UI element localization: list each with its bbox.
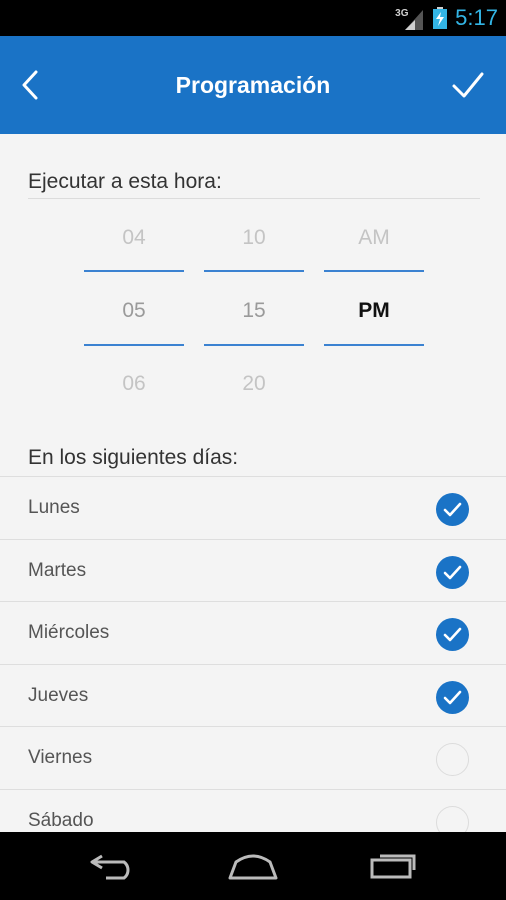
day-row[interactable]: Lunes xyxy=(0,476,506,539)
minute-option[interactable]: 10 xyxy=(204,226,304,250)
day-row[interactable]: Sábado xyxy=(0,789,506,832)
day-label: Lunes xyxy=(28,497,80,518)
hour-option[interactable]: 04 xyxy=(84,226,184,250)
navigation-bar xyxy=(0,832,506,900)
network-type: 3G xyxy=(395,8,409,19)
back-nav-button[interactable] xyxy=(88,848,138,885)
page-title: Programación xyxy=(175,71,331,98)
day-row[interactable]: Viernes xyxy=(0,726,506,789)
picker-divider xyxy=(84,270,184,272)
back-button[interactable] xyxy=(16,68,44,102)
picker-divider xyxy=(204,270,304,272)
day-label: Sábado xyxy=(28,810,94,831)
home-nav-button[interactable] xyxy=(226,848,280,885)
hour-selected[interactable]: 05 xyxy=(84,299,184,323)
minute-option[interactable]: 20 xyxy=(204,372,304,396)
unchecked-circle-icon[interactable] xyxy=(436,806,469,832)
clock-time: 5:17 xyxy=(455,5,498,30)
check-icon xyxy=(452,72,484,98)
picker-divider xyxy=(324,270,424,272)
unchecked-circle-icon[interactable] xyxy=(436,743,469,777)
checked-circle-icon[interactable] xyxy=(436,680,469,714)
day-row[interactable]: Jueves xyxy=(0,663,506,727)
status-bar: 3G 5:17 xyxy=(0,0,506,36)
picker-divider xyxy=(204,344,304,346)
recents-nav-button[interactable] xyxy=(368,848,420,885)
home-icon xyxy=(228,854,278,880)
app-bar: Programación xyxy=(0,36,506,134)
days-section-label: En los siguientes días: xyxy=(28,446,239,469)
period-option[interactable]: AM xyxy=(324,226,424,250)
hour-option[interactable]: 06 xyxy=(84,372,184,396)
day-label: Viernes xyxy=(28,747,93,769)
battery-icon xyxy=(433,7,448,29)
day-row[interactable]: Miércoles xyxy=(0,601,506,664)
signal-icon: 3G xyxy=(395,6,425,30)
checked-circle-icon[interactable] xyxy=(436,493,469,526)
day-label: Martes xyxy=(28,559,87,581)
recent-apps-icon xyxy=(370,854,416,879)
checked-circle-icon[interactable] xyxy=(436,618,469,652)
day-row[interactable]: Martes xyxy=(0,538,506,602)
schedule-content: Ejecutar a esta hora: 04 05 06 10 15 20 … xyxy=(0,134,506,832)
confirm-button[interactable] xyxy=(450,68,486,102)
period-selected[interactable]: PM xyxy=(324,299,424,323)
day-label: Jueves xyxy=(28,684,89,706)
divider xyxy=(28,198,480,199)
back-arrow-icon xyxy=(90,854,130,880)
day-label: Miércoles xyxy=(28,622,110,644)
time-section-label: Ejecutar a esta hora: xyxy=(28,170,222,193)
chevron-left-icon xyxy=(22,70,38,100)
picker-divider xyxy=(324,344,424,346)
minute-selected[interactable]: 15 xyxy=(204,299,304,323)
checked-circle-icon[interactable] xyxy=(436,555,469,589)
picker-divider xyxy=(84,344,184,346)
